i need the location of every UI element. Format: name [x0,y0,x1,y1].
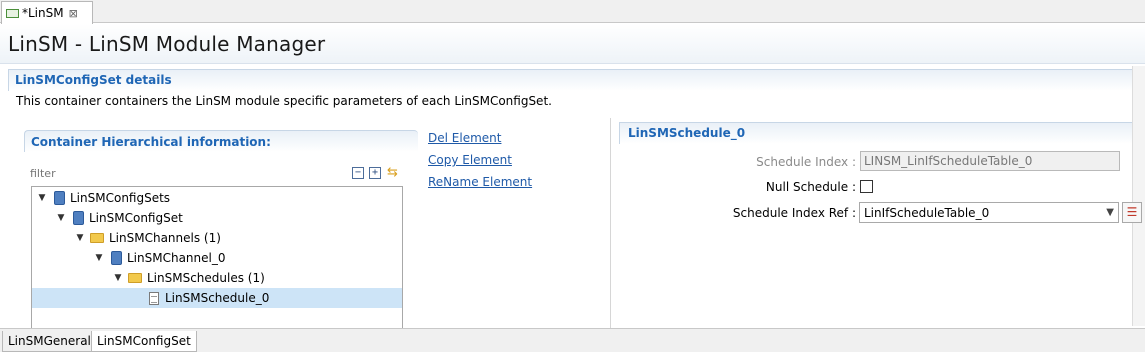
chevron-down-icon[interactable]: ▼ [1106,207,1114,218]
close-icon[interactable]: ⊠ [69,7,78,20]
page-title: LinSM - LinSM Module Manager [8,32,326,56]
tree-item-label: LinSMSchedules (1) [147,271,265,285]
schedule-index-label: Schedule Index : [756,155,856,169]
editor-tab-linsm[interactable]: *LinSM ⊠ [1,1,93,24]
container-tree[interactable]: ▼ LinSMConfigSets ▼ LinSMConfigSet ▼ Lin… [31,186,403,331]
tree-item-label: LinSMChannels (1) [109,231,221,245]
editor-tab-label: *LinSM [22,6,64,20]
detail-header: LinSMSchedule_0 [619,122,1132,144]
schedule-index-field[interactable] [860,151,1120,171]
tree-item-linsmconfigset[interactable]: ▼ LinSMConfigSet [32,208,402,228]
collapse-all-icon[interactable]: − [352,167,364,179]
chevron-down-icon[interactable]: ▼ [112,273,124,283]
hierarchy-header: Container Hierarchical information: [24,130,418,152]
chevron-down-icon[interactable]: ▼ [74,233,86,243]
vertical-scrollbar[interactable] [1132,66,1145,326]
tree-item-linsmchannels[interactable]: ▼ LinSMChannels (1) [32,228,402,248]
chevron-down-icon[interactable]: ▼ [93,253,105,263]
database-icon [73,211,84,225]
tree-item-linsmconfigsets[interactable]: ▼ LinSMConfigSets [32,188,402,208]
tree-item-linsmschedule-0[interactable]: LinSMSchedule_0 [32,288,402,308]
tree-item-label: LinSMSchedule_0 [165,291,270,305]
folder-icon [90,233,104,243]
document-icon [149,291,159,305]
null-schedule-checkbox[interactable] [860,180,873,193]
filter-input[interactable] [30,164,340,182]
section-title: LinSMConfigSet details [15,73,172,87]
reference-list-button[interactable]: ☰ [1122,202,1142,223]
form-header: LinSM - LinSM Module Manager [0,24,1145,64]
tab-linsmgeneral[interactable]: LinSMGeneral [2,331,97,352]
tree-item-label: LinSMConfigSets [70,191,171,205]
chevron-down-icon[interactable]: ▼ [55,213,67,223]
panel-divider[interactable] [610,118,611,328]
tab-linsmconfigset[interactable]: LinSMConfigSet [91,331,197,352]
copy-element-link[interactable]: Copy Element [428,153,512,167]
section-header: LinSMConfigSet details [8,69,1132,91]
del-element-link[interactable]: Del Element [428,131,501,145]
expand-all-icon[interactable]: + [369,167,381,179]
database-icon [111,251,122,265]
chevron-down-icon[interactable]: ▼ [36,193,48,203]
section-description: This container containers the LinSM modu… [16,94,552,108]
detail-title: LinSMSchedule_0 [628,126,746,140]
rename-element-link[interactable]: ReName Element [428,175,532,189]
folder-icon [128,273,142,283]
schedule-index-ref-label: Schedule Index Ref : [732,206,856,220]
tree-item-linsmschedules[interactable]: ▼ LinSMSchedules (1) [32,268,402,288]
editor-file-icon [6,8,19,18]
tree-item-label: LinSMChannel_0 [127,251,226,265]
tree-item-label: LinSMConfigSet [89,211,183,225]
hierarchy-title: Container Hierarchical information: [31,135,271,149]
database-icon [54,191,65,205]
schedule-index-ref-select[interactable]: LinIfScheduleTable_0 ▼ [859,202,1119,223]
schedule-index-ref-value: LinIfScheduleTable_0 [864,206,990,220]
tree-item-linsmchannel-0[interactable]: ▼ LinSMChannel_0 [32,248,402,268]
editor-tab-strip [0,0,1145,23]
sync-icon[interactable]: ⇆ [387,165,398,180]
null-schedule-label: Null Schedule : [765,180,856,194]
